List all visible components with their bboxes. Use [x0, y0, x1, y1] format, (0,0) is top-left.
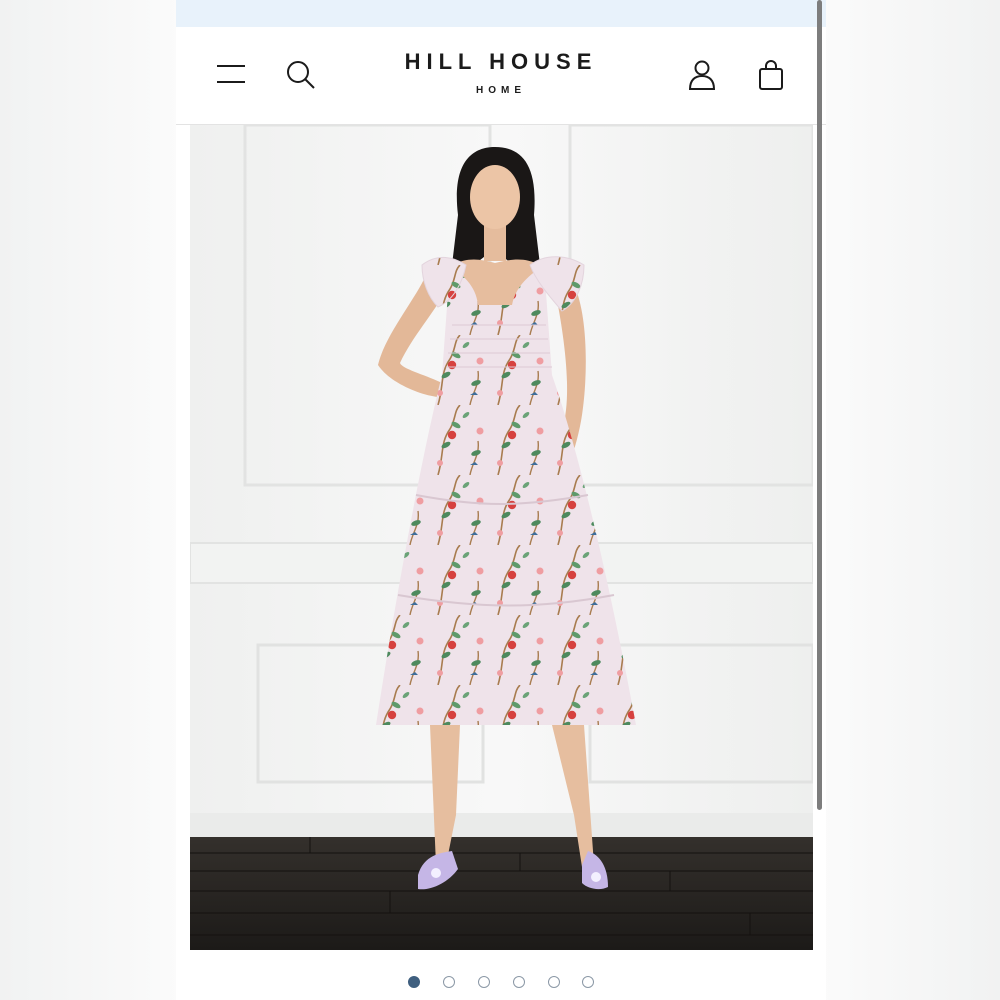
bag-icon[interactable]	[758, 59, 784, 91]
page-scrollbar[interactable]	[817, 0, 822, 810]
carousel-dot-2[interactable]	[443, 976, 455, 988]
product-photo-illustration	[190, 125, 813, 950]
brand-subtitle: HOME	[476, 85, 526, 96]
mobile-page: HILL HOUSE HOME	[176, 0, 826, 1000]
search-icon[interactable]	[286, 60, 316, 90]
brand-logo[interactable]: HILL HOUSE HOME	[326, 49, 676, 97]
carousel-dot-1[interactable]	[408, 976, 420, 988]
promo-bar[interactable]	[176, 0, 826, 27]
site-header: HILL HOUSE HOME	[176, 27, 826, 125]
brand-title: HILL HOUSE	[404, 49, 598, 74]
menu-icon[interactable]	[216, 63, 246, 87]
carousel-dot-5[interactable]	[548, 976, 560, 988]
carousel-dot-4[interactable]	[513, 976, 525, 988]
carousel-dots	[176, 976, 826, 994]
carousel-dot-3[interactable]	[478, 976, 490, 988]
account-icon[interactable]	[687, 59, 717, 91]
product-hero-image[interactable]	[190, 125, 813, 950]
carousel-dot-6[interactable]	[582, 976, 594, 988]
